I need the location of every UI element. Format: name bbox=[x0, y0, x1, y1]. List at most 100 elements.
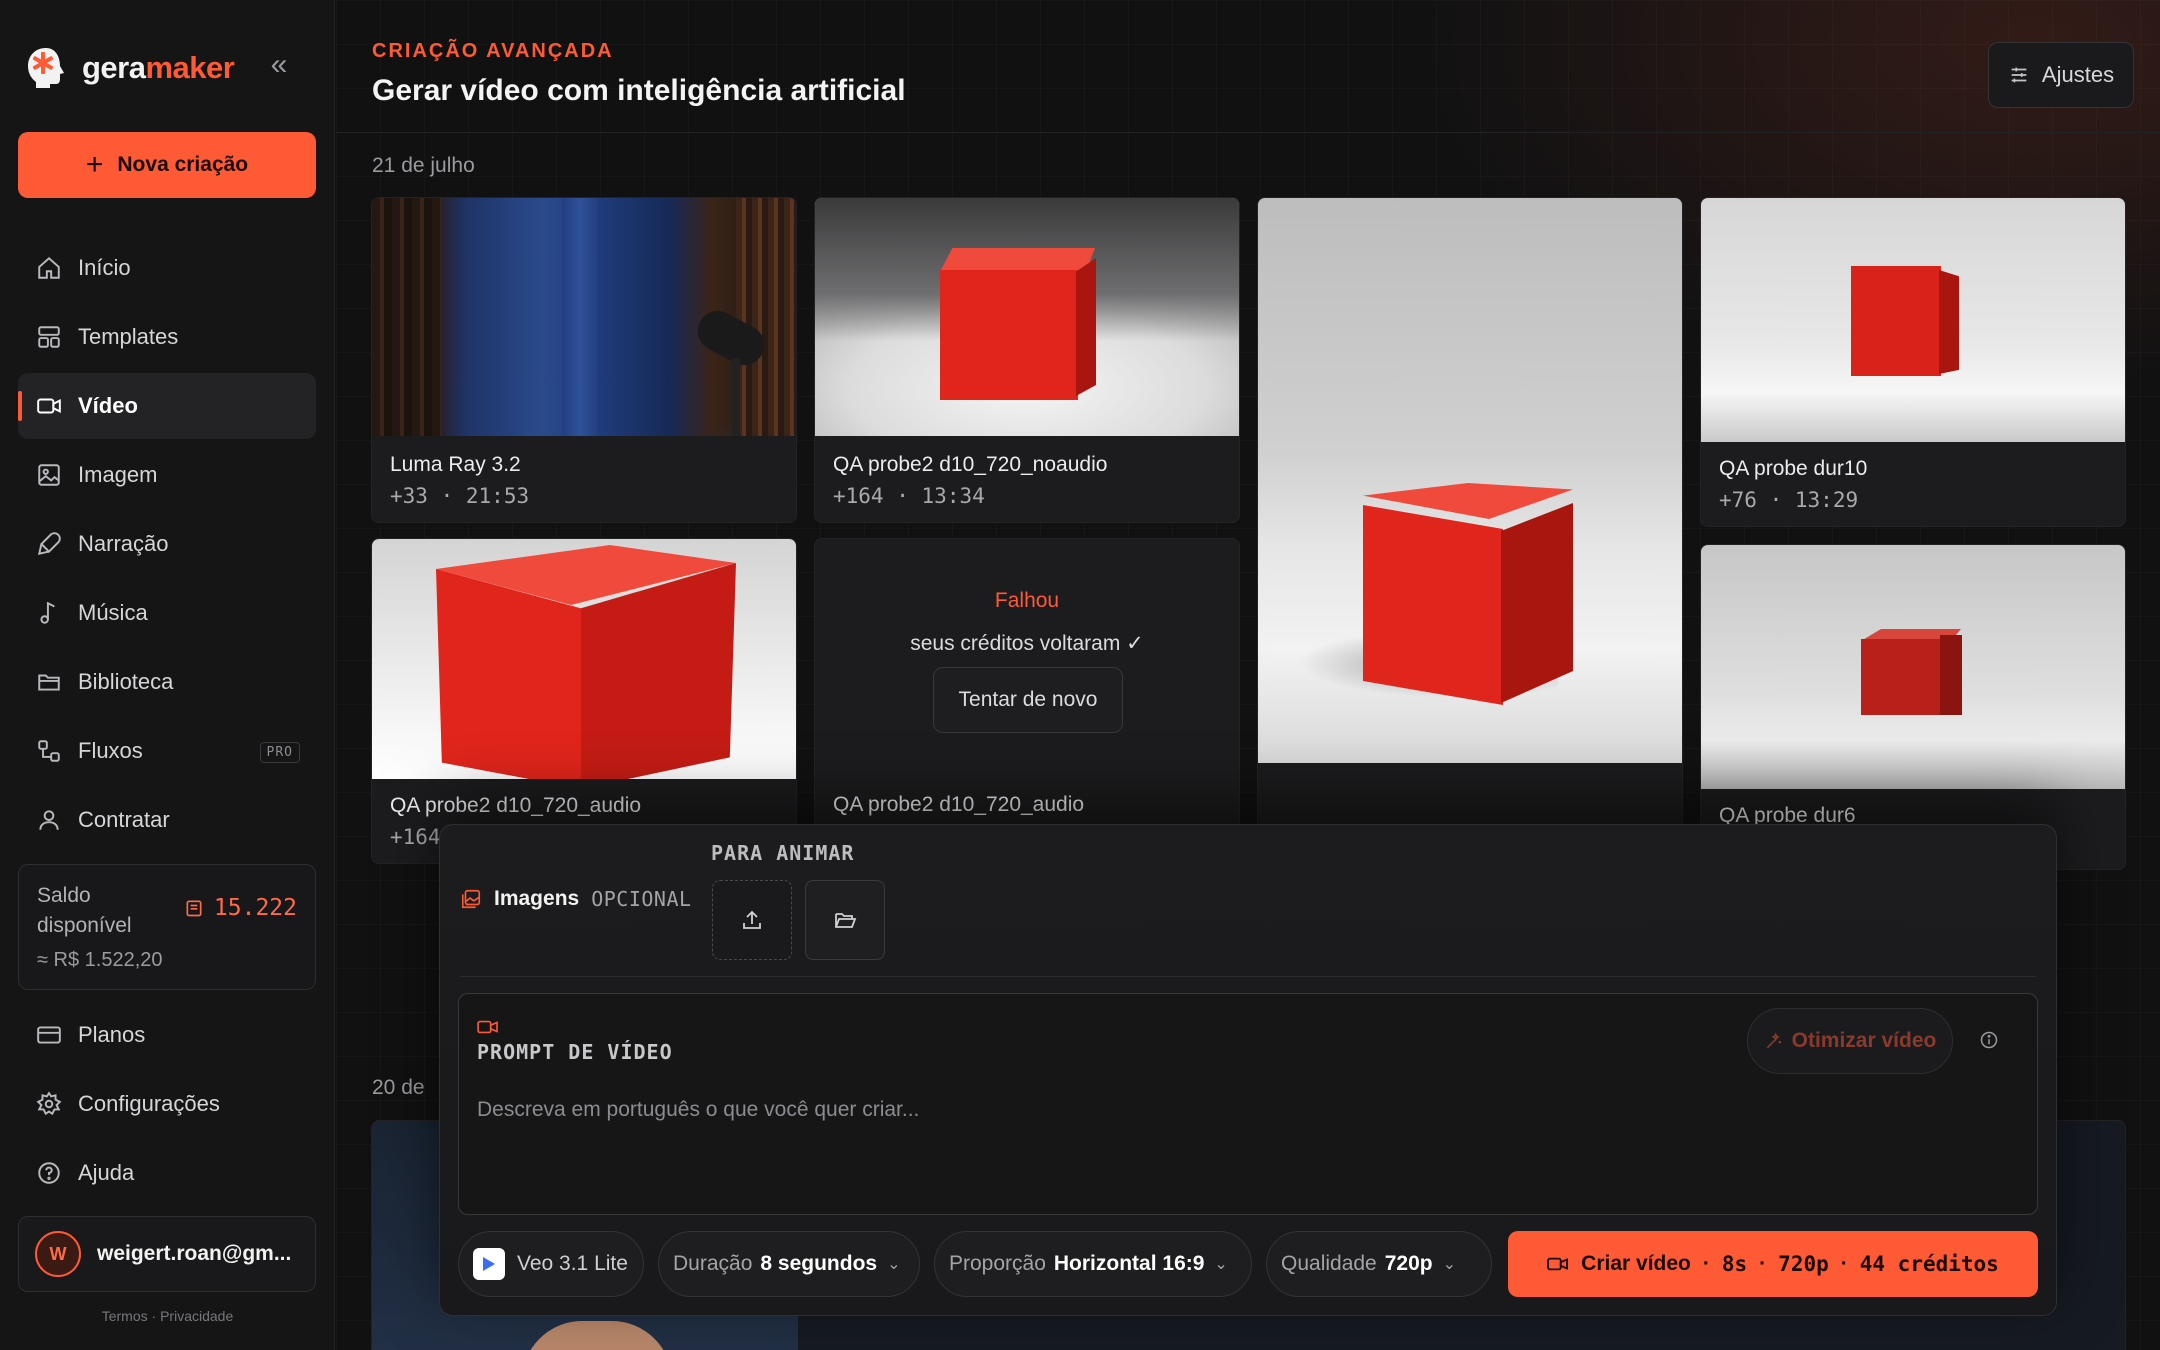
create-quality: 720p bbox=[1778, 1252, 1829, 1276]
video-card[interactable]: QA probe dur10 +76 · 13:29 bbox=[1700, 197, 2126, 527]
brand[interactable]: geramaker bbox=[26, 46, 235, 90]
microphone-icon bbox=[37, 532, 61, 556]
sidebar-item-biblioteca[interactable]: Biblioteca bbox=[18, 649, 316, 715]
video-thumbnail[interactable] bbox=[815, 198, 1239, 436]
sidebar-item-label: Ajuda bbox=[78, 1160, 135, 1185]
meta-separator: · bbox=[440, 484, 466, 508]
chevron-down-icon: ⌄ bbox=[887, 1256, 901, 1273]
upload-image-button[interactable] bbox=[712, 880, 792, 960]
duration-select[interactable]: Duração 8 segundos ⌄ bbox=[658, 1231, 920, 1297]
terms-link[interactable]: Termos bbox=[102, 1308, 148, 1324]
sidebar-item-fluxos[interactable]: Fluxos PRO bbox=[18, 718, 316, 784]
sidebar-item-contratar[interactable]: Contratar bbox=[18, 787, 316, 853]
wallet-icon bbox=[186, 900, 202, 917]
image-icon bbox=[38, 464, 60, 486]
video-meta: +76 · 13:29 bbox=[1719, 488, 1858, 512]
user-email: weigert.roan@gm... bbox=[97, 1242, 292, 1265]
page-eyebrow: CRIAÇÃO AVANÇADA bbox=[372, 40, 614, 62]
folder-icon bbox=[38, 674, 60, 691]
video-credits: +164 bbox=[833, 484, 884, 508]
quality-label: Qualidade bbox=[1281, 1252, 1377, 1275]
chevron-down-icon: ⌄ bbox=[1442, 1256, 1457, 1273]
model-selector[interactable]: Veo 3.1 Lite bbox=[458, 1231, 644, 1297]
video-thumbnail[interactable] bbox=[372, 198, 796, 436]
layout-icon bbox=[38, 326, 60, 348]
video-card[interactable]: QA probe2 d10_720_noaudio +164 · 13:34 bbox=[814, 197, 1240, 523]
sidebar-item-video[interactable]: Vídeo bbox=[18, 373, 316, 439]
info-icon[interactable] bbox=[1979, 1030, 1999, 1050]
video-thumbnail[interactable] bbox=[1258, 198, 1682, 763]
magic-wand-icon bbox=[1766, 1032, 1781, 1049]
video-thumbnail[interactable] bbox=[1701, 545, 2125, 789]
settings-button[interactable]: Ajustes bbox=[1988, 42, 2134, 108]
sidebar-item-inicio[interactable]: Início bbox=[18, 235, 316, 301]
sidebar-item-imagem[interactable]: Imagem bbox=[18, 442, 316, 508]
sidebar-item-label: Música bbox=[78, 600, 148, 625]
balance-label: Saldo disponível bbox=[37, 884, 132, 937]
sidebar-item-musica[interactable]: Música bbox=[18, 580, 316, 646]
duration-value: 8 segundos bbox=[760, 1252, 878, 1275]
user-account[interactable]: W weigert.roan@gm... bbox=[18, 1216, 316, 1292]
legal-separator: · bbox=[151, 1308, 157, 1324]
settings-label: Ajustes bbox=[2041, 62, 2115, 87]
video-thumbnail[interactable] bbox=[1701, 198, 2125, 442]
video-title: QA probe dur10 bbox=[1719, 457, 1868, 480]
library-image-button[interactable] bbox=[805, 880, 885, 960]
composer-divider bbox=[460, 976, 2036, 977]
sidebar-item-label: Biblioteca bbox=[78, 669, 174, 694]
video-meta: +164 bbox=[390, 825, 441, 849]
collapse-sidebar-icon[interactable]: « bbox=[264, 50, 294, 82]
create-separator: · bbox=[1759, 1252, 1767, 1275]
info-circle-icon bbox=[1980, 1031, 1998, 1049]
date-group-label: 20 de bbox=[372, 1076, 425, 1099]
sidebar-item-label: Contratar bbox=[78, 807, 170, 832]
quality-select[interactable]: Qualidade 720p ⌄ bbox=[1266, 1231, 1492, 1297]
sidebar-item-label: Imagem bbox=[78, 462, 158, 487]
create-separator: · bbox=[1840, 1252, 1848, 1275]
video-thumbnail[interactable] bbox=[372, 539, 796, 779]
video-card[interactable]: QA probe2 d10_720_audio +164 bbox=[371, 538, 797, 864]
sidebar-item-label: Planos bbox=[78, 1022, 146, 1047]
sidebar-item-ajuda[interactable]: Ajuda bbox=[18, 1140, 316, 1206]
bookshelf bbox=[736, 198, 796, 436]
sidebar-item-planos[interactable]: Planos bbox=[18, 1002, 316, 1068]
privacy-link[interactable]: Privacidade bbox=[160, 1308, 233, 1324]
sidebar-nav: Início Templates Vídeo Imagem Narração M… bbox=[18, 235, 316, 856]
sidebar-item-label: Narração bbox=[78, 531, 169, 556]
music-note-icon bbox=[40, 601, 55, 624]
date-group-label: 21 de julho bbox=[372, 154, 475, 177]
sidebar-bottom-nav: Planos Configurações Ajuda bbox=[18, 1002, 316, 1209]
aspect-ratio-select[interactable]: Proporção Horizontal 16:9 ⌄ bbox=[934, 1231, 1252, 1297]
retry-button[interactable]: Tentar de novo bbox=[933, 667, 1123, 733]
failed-subtitle: seus créditos voltaram ✓ bbox=[910, 632, 1144, 655]
video-card[interactable]: QA probe dur6 bbox=[1700, 544, 2126, 870]
failed-title: Falhou bbox=[994, 589, 1060, 612]
video-card-failed: Falhou seus créditos voltaram ✓ Tentar d… bbox=[814, 538, 1240, 864]
optimize-video-button[interactable]: Otimizar vídeo bbox=[1747, 1008, 1953, 1074]
plus-icon: + bbox=[85, 148, 104, 181]
video-meta: +33 · 21:53 bbox=[390, 484, 529, 508]
workflow-icon bbox=[38, 740, 60, 762]
avatar: W bbox=[35, 1231, 81, 1277]
video-card[interactable]: Luma Ray 3.2 +33 · 21:53 bbox=[371, 197, 797, 523]
create-video-button[interactable]: Criar vídeo · 8s · 720p · 44 créditos bbox=[1508, 1231, 2038, 1297]
composer-controls: Veo 3.1 Lite Duração 8 segundos ⌄ Propor… bbox=[458, 1231, 2038, 1297]
video-icon bbox=[477, 1018, 499, 1036]
person-head bbox=[522, 1321, 672, 1350]
balance-approx: ≈ R$ 1.522,20 bbox=[37, 949, 163, 971]
video-title: Luma Ray 3.2 bbox=[390, 453, 521, 476]
page-title: Gerar vídeo com inteligência artificial bbox=[372, 74, 906, 107]
video-meta: +164 · 13:34 bbox=[833, 484, 985, 508]
sidebar-item-label: Vídeo bbox=[78, 393, 138, 418]
sidebar-item-templates[interactable]: Templates bbox=[18, 304, 316, 370]
pro-badge: PRO bbox=[259, 742, 300, 763]
animate-label: PARA ANIMAR bbox=[711, 841, 855, 865]
sidebar-item-configuracoes[interactable]: Configurações bbox=[18, 1071, 316, 1137]
prompt-input[interactable] bbox=[477, 1090, 2017, 1130]
sidebar-item-narracao[interactable]: Narração bbox=[18, 511, 316, 577]
sidebar: geramaker « + Nova criação Início Templa… bbox=[0, 0, 335, 1350]
new-creation-button[interactable]: + Nova criação bbox=[18, 132, 316, 198]
sidebar-item-label: Fluxos bbox=[78, 738, 143, 763]
balance-amount: 15.222 bbox=[213, 895, 297, 921]
video-card[interactable] bbox=[1257, 197, 1683, 837]
